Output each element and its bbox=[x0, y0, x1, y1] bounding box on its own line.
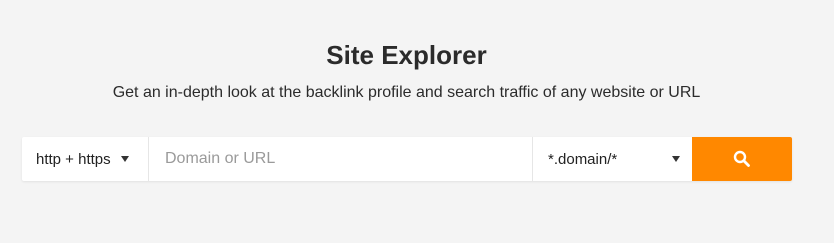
protocol-label: http + https bbox=[36, 150, 111, 168]
mode-label: *.domain/* bbox=[548, 150, 618, 168]
caret-down-icon bbox=[672, 156, 680, 162]
search-bar: http + https *.domain/* bbox=[22, 137, 792, 181]
search-icon bbox=[733, 150, 750, 167]
protocol-dropdown[interactable]: http + https bbox=[22, 137, 149, 181]
site-explorer-page: Site Explorer Get an in-depth look at th… bbox=[0, 0, 834, 243]
page-title: Site Explorer bbox=[326, 40, 487, 70]
mode-dropdown[interactable]: *.domain/* bbox=[532, 137, 692, 181]
page-subtitle: Get an in-depth look at the backlink pro… bbox=[112, 84, 701, 101]
caret-down-icon bbox=[120, 156, 129, 162]
search-button[interactable] bbox=[692, 137, 792, 181]
domain-url-input[interactable] bbox=[149, 137, 532, 181]
